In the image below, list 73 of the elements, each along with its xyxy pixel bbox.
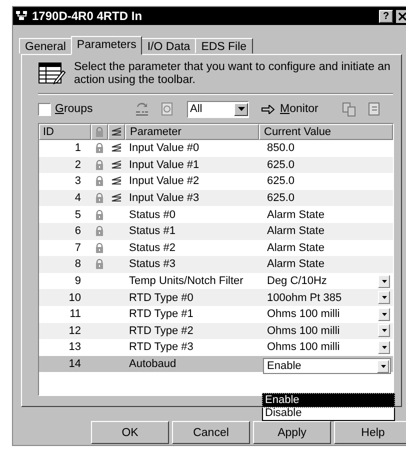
value-cell-text: Deg C/10Hz (266, 275, 328, 288)
id-cell-text: 5 (74, 208, 82, 221)
table-row[interactable]: 9 Temp Units/Notch Filter Deg C/10Hz (39, 272, 393, 290)
id-cell-text: 14 (68, 358, 82, 370)
table-row[interactable]: 13 RTD Type #3 Ohms 100 milli (39, 339, 393, 356)
description-text: Select the parameter that you want to configure and initiate an action using the toolbar. (74, 61, 392, 87)
id-cell-text: 10 (68, 292, 82, 304)
value-cell-text: Alarm State (266, 242, 326, 254)
id-cell-text: 8 (74, 258, 82, 270)
parameter-cell-text: Input Value #3 (128, 192, 200, 204)
parameter-cell-text: Input Value #0 (128, 142, 200, 154)
value-cell-text: Ohms 100 milli (266, 308, 341, 320)
id-cell-text: 9 (74, 275, 82, 288)
column-header[interactable]: ID (39, 124, 91, 140)
table-row[interactable]: 14 Autobaud Enable (39, 356, 393, 372)
table-row[interactable]: 4 Input Value #3 625.0 (39, 190, 393, 206)
table-row[interactable]: 2 Input Value #1 625.0 (39, 156, 393, 174)
id-cell-text: 3 (74, 175, 82, 188)
value-dropdown[interactable]: Enable (263, 358, 391, 374)
groups-checkbox[interactable]: Groups (38, 102, 134, 116)
filter-dropdown[interactable]: All (187, 100, 249, 118)
dialog-button[interactable]: Cancel (172, 421, 250, 444)
table-row[interactable]: 8 Status #3 Alarm State (39, 256, 393, 273)
table-row[interactable]: 5 Status #0 Alarm State (39, 206, 393, 223)
value-cell-text: Alarm State (266, 225, 326, 238)
column-header[interactable]: Parameter (125, 124, 259, 140)
id-cell-text: 11 (68, 308, 82, 320)
window-title: 1790D-4R0 4RTD In (32, 9, 144, 23)
table-row[interactable]: 3 Input Value #2 625.0 (39, 173, 393, 190)
value-cell-text: 850.0 (266, 142, 296, 154)
parameter-cell-text: RTD Type #0 (128, 292, 194, 304)
dialog-button[interactable]: OK (91, 421, 169, 444)
id-cell-text: 7 (74, 242, 82, 254)
id-cell-text: 1 (74, 142, 82, 154)
table-row[interactable]: 1 Input Value #0 850.0 (39, 140, 393, 157)
parameter-cell-text: Status #2 (128, 242, 176, 254)
value-cell-text: Ohms 100 milli (266, 341, 341, 354)
value-cell-text: 625.0 (266, 192, 296, 204)
table-row[interactable]: 10 RTD Type #0 100ohm Pt 385 (39, 289, 393, 306)
id-cell-text: 2 (74, 158, 82, 171)
table-row[interactable]: 11 RTD Type #1 Ohms 100 milli (39, 306, 393, 323)
value-cell-text: Alarm State (266, 208, 326, 221)
value-cell-text: Ohms 100 milli (266, 324, 341, 337)
tab[interactable]: Parameters (70, 36, 142, 55)
id-cell-text: 4 (74, 192, 82, 204)
table-row[interactable]: 12 RTD Type #2 Ohms 100 milli (39, 322, 393, 340)
parameter-cell-text: Input Value #1 (128, 158, 200, 171)
help-button[interactable]: ? (379, 10, 393, 22)
dropdown-option[interactable]: Enable (263, 394, 394, 407)
value-cell-text: 625.0 (266, 158, 296, 171)
dialog-button[interactable]: Apply (253, 421, 331, 444)
parameter-cell-text: RTD Type #3 (128, 341, 194, 354)
id-cell-text: 12 (68, 324, 82, 337)
value-cell-text: 100ohm Pt 385 (266, 292, 343, 304)
parameter-cell-text: RTD Type #2 (128, 324, 194, 337)
dialog-button[interactable]: Help (334, 421, 406, 444)
parameter-cell-text: Status #0 (128, 208, 176, 221)
value-cell-text: Alarm State (266, 258, 326, 270)
table-row[interactable]: 6 Status #1 Alarm State (39, 222, 393, 240)
value-cell-text: 625.0 (266, 175, 296, 188)
column-header[interactable]: Current Value (259, 124, 393, 140)
parameter-cell-text: Status #1 (128, 225, 176, 238)
parameter-cell-text: Input Value #2 (128, 175, 200, 188)
dropdown-option[interactable]: Disable (263, 407, 394, 420)
id-cell-text: 13 (68, 341, 82, 354)
parameter-cell-text: RTD Type #1 (128, 308, 194, 320)
id-cell-text: 6 (74, 225, 82, 238)
parameter-cell-text: Autobaud (128, 358, 178, 370)
tab[interactable]: EDS File (195, 38, 253, 54)
table-row[interactable]: 7 Status #2 Alarm State (39, 240, 393, 256)
monitor-button[interactable]: Monitor (261, 103, 325, 115)
parameter-cell-text: Status #3 (128, 258, 176, 270)
parameter-cell-text: Temp Units/Notch Filter (128, 275, 244, 288)
